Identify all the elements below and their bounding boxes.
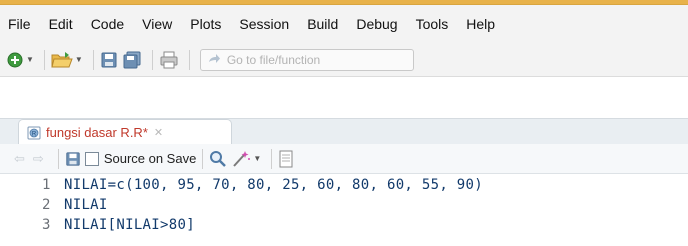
toolbar-separator bbox=[57, 148, 59, 169]
magic-wand-icon bbox=[233, 150, 251, 167]
toolbar-separator bbox=[43, 49, 45, 70]
go-to-arrow-icon bbox=[208, 53, 220, 63]
workspace-gap bbox=[0, 78, 688, 118]
forward-arrow-icon[interactable]: ⇨ bbox=[33, 151, 44, 167]
menu-build[interactable]: Build bbox=[307, 16, 338, 32]
menu-debug[interactable]: Debug bbox=[356, 16, 397, 32]
chevron-down-icon: ▼ bbox=[74, 55, 83, 64]
toolbar-separator bbox=[188, 49, 190, 70]
source-on-save-label: Source on Save bbox=[103, 151, 197, 166]
menu-file[interactable]: File bbox=[8, 16, 31, 32]
code-line: 2 NILAI bbox=[0, 195, 688, 215]
editor-toolbar: ⇦ ⇨ Source on Save ▼ bbox=[0, 144, 688, 174]
close-icon[interactable]: ✕ bbox=[154, 126, 163, 139]
new-file-icon bbox=[7, 52, 23, 67]
line-number: 3 bbox=[42, 217, 51, 233]
toolbar-separator bbox=[202, 148, 204, 169]
chevron-down-icon: ▼ bbox=[253, 154, 262, 163]
editor-tab-strip: R fungsi dasar R.R* ✕ bbox=[0, 118, 688, 145]
code-text[interactable]: NILAI=c(100, 95, 70, 80, 25, 60, 80, 60,… bbox=[64, 177, 483, 193]
save-all-icon bbox=[123, 51, 141, 68]
menu-help[interactable]: Help bbox=[466, 16, 495, 32]
print-button[interactable] bbox=[159, 49, 179, 71]
search-icon bbox=[210, 150, 227, 167]
code-tools-button[interactable]: ▼ bbox=[231, 148, 261, 170]
code-editor[interactable]: 1 NILAI=c(100, 95, 70, 80, 25, 60, 80, 6… bbox=[0, 175, 688, 246]
save-icon bbox=[66, 151, 80, 166]
save-icon bbox=[101, 52, 117, 67]
menu-code[interactable]: Code bbox=[91, 16, 124, 32]
r-script-icon: R bbox=[27, 126, 41, 139]
tab-fungsi-dasar[interactable]: R fungsi dasar R.R* ✕ bbox=[18, 119, 232, 145]
notebook-icon bbox=[279, 150, 293, 167]
tab-title: fungsi dasar R.R* bbox=[46, 125, 148, 140]
find-button[interactable] bbox=[209, 148, 227, 170]
code-line: 1 NILAI=c(100, 95, 70, 80, 25, 60, 80, 6… bbox=[0, 175, 688, 195]
code-text[interactable]: NILAI bbox=[64, 197, 108, 213]
svg-text:R: R bbox=[32, 131, 37, 137]
compile-report-button[interactable] bbox=[278, 148, 294, 170]
folder-open-icon bbox=[51, 51, 73, 67]
toolbar-separator bbox=[151, 49, 153, 70]
source-on-save-checkbox[interactable] bbox=[84, 151, 99, 166]
code-text[interactable]: NILAI[NILAI>80] bbox=[64, 217, 195, 233]
code-line: 3 NILAI[NILAI>80] bbox=[0, 215, 688, 235]
save-all-button[interactable] bbox=[122, 49, 142, 71]
open-file-button[interactable]: ▼ bbox=[51, 49, 83, 71]
main-toolbar: ▼ ▼ Go to file/function bbox=[0, 43, 688, 77]
toolbar-separator bbox=[271, 148, 273, 169]
save-button[interactable] bbox=[100, 49, 118, 71]
editor-save-button[interactable] bbox=[65, 148, 81, 170]
line-number: 2 bbox=[42, 197, 51, 213]
print-icon bbox=[160, 51, 178, 68]
go-to-file-input[interactable]: Go to file/function bbox=[199, 48, 414, 71]
new-file-button[interactable]: ▼ bbox=[6, 49, 34, 71]
menu-view[interactable]: View bbox=[142, 16, 172, 32]
line-number: 1 bbox=[42, 177, 51, 193]
back-arrow-icon[interactable]: ⇦ bbox=[14, 151, 25, 167]
toolbar-separator bbox=[92, 49, 94, 70]
menu-session[interactable]: Session bbox=[239, 16, 289, 32]
menu-tools[interactable]: Tools bbox=[416, 16, 449, 32]
go-to-file-placeholder: Go to file/function bbox=[226, 52, 321, 67]
chevron-down-icon: ▼ bbox=[26, 55, 34, 64]
menu-plots[interactable]: Plots bbox=[190, 16, 221, 32]
menu-edit[interactable]: Edit bbox=[49, 16, 73, 32]
menu-bar: File Edit Code View Plots Session Build … bbox=[0, 5, 688, 43]
